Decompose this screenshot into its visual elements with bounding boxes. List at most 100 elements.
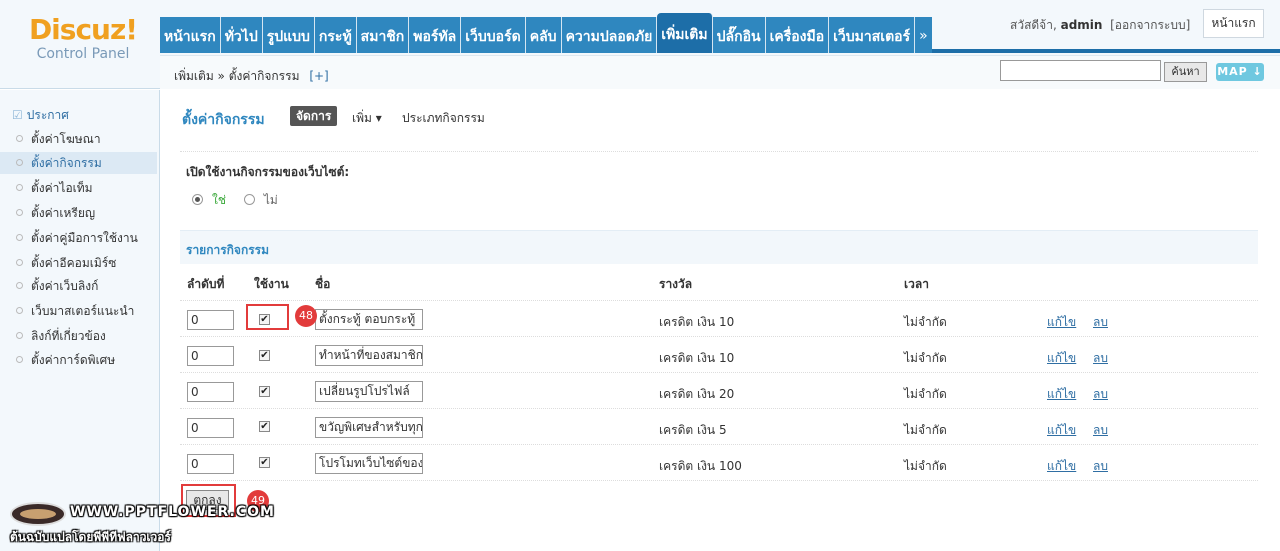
order-input[interactable]: 0: [187, 346, 234, 366]
username: admin: [1060, 18, 1103, 32]
tab-add-dropdown[interactable]: เพิ่ม ▾: [352, 109, 382, 128]
enabled-checkbox[interactable]: ✔: [259, 386, 270, 397]
add-shortcut-link[interactable]: [+]: [309, 69, 328, 83]
top-navigation: หน้าแรก ทั่วไป รูปแบบ กระทู้ สมาชิก พอร์…: [160, 13, 932, 53]
nav-webmaster[interactable]: เว็บมาสเตอร์: [829, 17, 916, 53]
sidebar-head[interactable]: ☑ ประกาศ: [12, 106, 69, 125]
bullet-icon: [16, 184, 23, 191]
radio-no[interactable]: [243, 194, 255, 205]
tab-manage[interactable]: จัดการ: [290, 106, 338, 126]
sidebar-item-medals[interactable]: ตั้งค่าเหรียญ: [0, 202, 157, 224]
nav-tools[interactable]: เครื่องมือ: [765, 17, 830, 53]
logo[interactable]: Discuz! Control Panel: [18, 14, 148, 63]
section-header: รายการกิจกรรม: [180, 230, 1258, 264]
bullet-icon: [16, 282, 23, 289]
col-header-reward: รางวัล: [659, 277, 693, 291]
sidebar-item-webmaster-recommend[interactable]: เว็บมาสเตอร์แนะนำ: [0, 300, 157, 322]
nav-threads[interactable]: กระทู้: [314, 17, 357, 53]
breadcrumb: เพิ่มเติม » ตั้งค่ากิจกรรม [+]: [174, 67, 329, 86]
nav-members[interactable]: สมาชิก: [356, 17, 410, 53]
row-divider: [180, 444, 1258, 445]
name-input[interactable]: ทำหน้าที่ของสมาชิก: [315, 345, 423, 366]
nav-portal[interactable]: พอร์ทัล: [409, 17, 462, 53]
edit-link[interactable]: แก้ไข: [1047, 457, 1076, 476]
tab-activity-types[interactable]: ประเภทกิจกรรม: [402, 109, 485, 128]
edit-link[interactable]: แก้ไข: [1047, 349, 1076, 368]
delete-link[interactable]: ลบ: [1093, 457, 1108, 476]
sidebar-item-ads[interactable]: ตั้งค่าโฆษณา: [0, 128, 157, 150]
time-text: ไม่จำกัด: [904, 423, 947, 437]
bullet-icon: [16, 332, 23, 339]
name-input[interactable]: ขวัญพิเศษสำหรับทุก: [315, 417, 423, 438]
time-text: ไม่จำกัด: [904, 459, 947, 473]
bullet-icon: [16, 307, 23, 314]
name-input[interactable]: ตั้งกระทู้ ตอบกระทู้: [315, 309, 423, 330]
nav-home[interactable]: หน้าแรก: [160, 17, 221, 53]
map-button[interactable]: MAP ↓: [1216, 63, 1264, 81]
nav-general[interactable]: ทั่วไป: [220, 17, 263, 53]
row-divider: [180, 480, 1258, 481]
nav-more-button[interactable]: »: [915, 17, 932, 53]
sidebar-item-ecommerce[interactable]: ตั้งค่าอีคอมเมิร์ซ: [0, 252, 157, 274]
order-input[interactable]: 0: [187, 310, 234, 330]
page-title: ตั้งค่ากิจกรรม: [182, 112, 265, 128]
order-input[interactable]: 0: [187, 382, 234, 402]
edit-link[interactable]: แก้ไข: [1047, 385, 1076, 404]
nav-extra[interactable]: เพิ่มเติม: [657, 13, 713, 53]
reward-text: เครดิต เงิน 5: [659, 423, 727, 437]
sidebar-item-items[interactable]: ตั้งค่าไอเท็ม: [0, 177, 157, 199]
time-text: ไม่จำกัด: [904, 315, 947, 329]
col-header-time: เวลา: [904, 277, 929, 291]
sidebar-item-activities[interactable]: ตั้งค่ากิจกรรม: [0, 152, 157, 174]
delete-link[interactable]: ลบ: [1093, 313, 1108, 332]
nav-plugins[interactable]: ปลั๊กอิน: [712, 17, 766, 53]
order-input[interactable]: 0: [187, 454, 234, 474]
search-button[interactable]: ค้นหา: [1164, 62, 1207, 82]
row-divider: [180, 372, 1258, 373]
radio-yes[interactable]: [192, 194, 203, 205]
sidebar-item-related-links[interactable]: ลิงก์ที่เกี่ยวข้อง: [0, 325, 157, 347]
watermark-logo-icon: [10, 502, 66, 526]
delete-link[interactable]: ลบ: [1093, 349, 1108, 368]
bullet-icon: [16, 135, 23, 142]
main-content: ตั้งค่ากิจกรรม จัดการ เพิ่ม ▾ ประเภทกิจก…: [170, 90, 1270, 551]
row-divider: [180, 300, 1258, 301]
sidebar: ☑ ประกาศ ตั้งค่าโฆษณา ตั้งค่ากิจกรรม ตั้ง…: [0, 90, 160, 551]
sub-toolbar: เพิ่มเติม » ตั้งค่ากิจกรรม [+] ค้นหา MAP…: [160, 55, 1280, 89]
nav-style[interactable]: รูปแบบ: [262, 17, 315, 53]
highlight-checkbox: [246, 304, 289, 330]
name-input[interactable]: โปรโมทเว็บไซต์ของ: [315, 453, 423, 474]
bullet-icon: [16, 159, 23, 166]
row-divider: [180, 408, 1258, 409]
sidebar-item-manual[interactable]: ตั้งค่าคู่มือการใช้งาน: [0, 227, 157, 249]
sidebar-item-weblinks[interactable]: ตั้งค่าเว็บลิงก์: [0, 275, 157, 297]
col-header-name: ชื่อ: [315, 277, 331, 291]
home-button[interactable]: หน้าแรก: [1203, 9, 1264, 38]
time-text: ไม่จำกัด: [904, 387, 947, 401]
logout-link[interactable]: [ออกจากระบบ]: [1110, 18, 1190, 32]
search-input[interactable]: [1000, 60, 1161, 81]
delete-link[interactable]: ลบ: [1093, 421, 1108, 440]
reward-text: เครดิต เงิน 100: [659, 459, 742, 473]
name-input[interactable]: เปลี่ยนรูปโปรไฟล์: [315, 381, 423, 402]
nav-security[interactable]: ความปลอดภัย: [561, 17, 658, 53]
bullet-icon: [16, 356, 23, 363]
nav-forum[interactable]: เว็บบอร์ด: [461, 17, 526, 53]
delete-link[interactable]: ลบ: [1093, 385, 1108, 404]
edit-link[interactable]: แก้ไข: [1047, 421, 1076, 440]
enable-radio-group: ใช่ ไม่: [192, 191, 278, 210]
watermark: WWW.PPTFLOWER.COM ต้นฉบับแปลโดยพีพีทีฟลา…: [8, 500, 274, 548]
greeting: สวัสดีจ้า,: [1010, 18, 1057, 32]
sidebar-item-special-cards[interactable]: ตั้งค่าการ์ดพิเศษ: [0, 349, 157, 371]
nav-club[interactable]: คลับ: [525, 17, 562, 53]
enabled-checkbox[interactable]: ✔: [259, 421, 270, 432]
order-input[interactable]: 0: [187, 418, 234, 438]
bullet-icon: [16, 234, 23, 241]
reward-text: เครดิต เงิน 10: [659, 351, 735, 365]
edit-link[interactable]: แก้ไข: [1047, 313, 1076, 332]
enabled-checkbox[interactable]: ✔: [259, 350, 270, 361]
breadcrumb-path: เพิ่มเติม » ตั้งค่ากิจกรรม: [174, 69, 300, 83]
radio-yes-label: ใช่: [212, 193, 227, 207]
enable-activities-label: เปิดใช้งานกิจกรรมของเว็บไซต์:: [186, 165, 350, 179]
enabled-checkbox[interactable]: ✔: [259, 457, 270, 468]
